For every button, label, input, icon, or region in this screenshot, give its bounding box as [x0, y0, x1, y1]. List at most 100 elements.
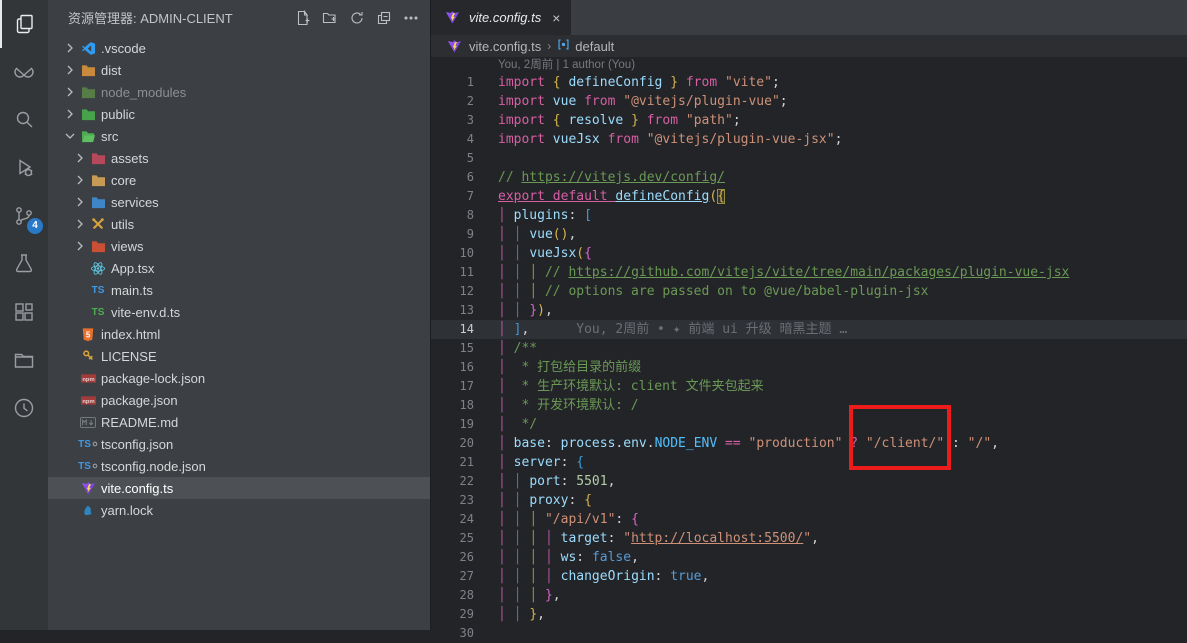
code-line-15[interactable]: 15│ /**: [431, 339, 1187, 358]
tree-item-core[interactable]: core: [48, 169, 430, 191]
activitybar-extensions-boxes-icon[interactable]: [0, 288, 48, 336]
code-line-18[interactable]: 18│ * 开发环境默认: /: [431, 396, 1187, 415]
code-line-14[interactable]: 14│ ], You, 2周前 • ✦ 前端 ui 升级 暗黑主题 …: [431, 320, 1187, 339]
code-line-30[interactable]: 30: [431, 624, 1187, 643]
tree-item-main.ts[interactable]: TSmain.ts: [48, 279, 430, 301]
code-line-1[interactable]: 1import { defineConfig } from "vite";: [431, 73, 1187, 92]
refresh-icon[interactable]: [348, 9, 366, 27]
code-line-17[interactable]: 17│ * 生产环境默认: client 文件夹包起来: [431, 377, 1187, 396]
tree-item-.vscode[interactable]: .vscode: [48, 37, 430, 59]
tree-item-App.tsx[interactable]: App.tsx: [48, 257, 430, 279]
code-line-27[interactable]: 27│ │ │ │ changeOrigin: true,: [431, 567, 1187, 586]
code-line-16[interactable]: 16│ * 打包给目录的前缀: [431, 358, 1187, 377]
code-line-5[interactable]: 5: [431, 149, 1187, 168]
new-file-icon[interactable]: [294, 9, 312, 27]
code-line-2[interactable]: 2import vue from "@vitejs/plugin-vue";: [431, 92, 1187, 111]
code-line-20[interactable]: 20│ base: process.env.NODE_ENV == "produ…: [431, 434, 1187, 453]
tree-item-tsconfig.node.json[interactable]: TStsconfig.node.json: [48, 455, 430, 477]
more-actions-icon[interactable]: [402, 9, 420, 27]
ts-gear-icon: TS: [78, 439, 98, 450]
activitybar-run-debug-icon[interactable]: [0, 144, 48, 192]
code-line-26[interactable]: 26│ │ │ │ ws: false,: [431, 548, 1187, 567]
explorer-sidebar: 资源管理器: ADMIN-CLIENT .vscodedistnode_modu…: [48, 0, 430, 630]
tree-item-index.html[interactable]: 5index.html: [48, 323, 430, 345]
line-number: 28: [431, 586, 498, 605]
activitybar-search-icon[interactable]: [0, 96, 48, 144]
chevron-right-icon[interactable]: [62, 109, 78, 119]
tree-item-package-lock.json[interactable]: npmpackage-lock.json: [48, 367, 430, 389]
chevron-right-icon[interactable]: [72, 197, 88, 207]
code-line-28[interactable]: 28│ │ │ },: [431, 586, 1187, 605]
code-line-21[interactable]: 21│ server: {: [431, 453, 1187, 472]
code-line-10[interactable]: 10│ │ vueJsx({: [431, 244, 1187, 263]
new-folder-icon[interactable]: [321, 9, 339, 27]
tree-item-label: vite.config.ts: [101, 481, 173, 496]
line-content: │ server: {: [498, 453, 1187, 472]
code-area[interactable]: You, 2周前 | 1 author (You) 1import { defi…: [431, 57, 1187, 643]
code-line-13[interactable]: 13│ │ }),: [431, 301, 1187, 320]
tree-item-dist[interactable]: dist: [48, 59, 430, 81]
tree-item-utils[interactable]: utils: [48, 213, 430, 235]
chevron-right-icon[interactable]: [72, 175, 88, 185]
tree-item-public[interactable]: public: [48, 103, 430, 125]
chevron-right-icon[interactable]: [72, 219, 88, 229]
tree-item-package.json[interactable]: npmpackage.json: [48, 389, 430, 411]
tree-item-node-modules[interactable]: node_modules: [48, 81, 430, 103]
code-line-22[interactable]: 22│ │ port: 5501,: [431, 472, 1187, 491]
tree-item-src[interactable]: src: [48, 125, 430, 147]
activitybar-history-icon[interactable]: [0, 384, 48, 432]
chevron-down-icon[interactable]: [62, 131, 78, 141]
vite-icon: [442, 10, 462, 25]
code-line-19[interactable]: 19│ */: [431, 415, 1187, 434]
activitybar-explorer-icon[interactable]: [0, 0, 48, 48]
line-number: 12: [431, 282, 498, 301]
code-line-29[interactable]: 29│ │ },: [431, 605, 1187, 624]
tree-item-assets[interactable]: assets: [48, 147, 430, 169]
chevron-right-icon[interactable]: [62, 43, 78, 53]
code-line-12[interactable]: 12│ │ │ // options are passed on to @vue…: [431, 282, 1187, 301]
line-number: 1: [431, 73, 498, 92]
code-line-9[interactable]: 9│ │ vue(),: [431, 225, 1187, 244]
folder-node-icon: [78, 86, 98, 99]
activitybar-source-control-icon[interactable]: 4: [0, 192, 48, 240]
chevron-right-icon[interactable]: [62, 65, 78, 75]
git-codelens[interactable]: You, 2周前 | 1 author (You): [431, 57, 1187, 73]
line-number: 7: [431, 187, 498, 206]
tree-item-vite-env.d.ts[interactable]: TSvite-env.d.ts: [48, 301, 430, 323]
code-line-4[interactable]: 4import vueJsx from "@vitejs/plugin-vue-…: [431, 130, 1187, 149]
code-line-11[interactable]: 11│ │ │ // https://github.com/vitejs/vit…: [431, 263, 1187, 282]
line-number: 26: [431, 548, 498, 567]
tree-item-services[interactable]: services: [48, 191, 430, 213]
activitybar-vs-logo-icon[interactable]: [0, 48, 48, 96]
tree-item-vite.config.ts[interactable]: vite.config.ts: [48, 477, 430, 499]
tab-vite-config[interactable]: vite.config.ts ×: [431, 0, 571, 35]
svg-text:npm: npm: [82, 399, 94, 405]
line-content: │ │ },: [498, 605, 1187, 624]
code-line-23[interactable]: 23│ │ proxy: {: [431, 491, 1187, 510]
activitybar-folder-icon[interactable]: [0, 336, 48, 384]
tree-item-tsconfig.json[interactable]: TStsconfig.json: [48, 433, 430, 455]
line-content: │ */: [498, 415, 1187, 434]
activitybar-testing-icon[interactable]: [0, 240, 48, 288]
breadcrumb-symbol[interactable]: default: [557, 38, 614, 54]
chevron-right-icon[interactable]: [72, 241, 88, 251]
tree-item-views[interactable]: views: [48, 235, 430, 257]
collapse-all-icon[interactable]: [375, 9, 393, 27]
tree-item-yarn.lock[interactable]: yarn.lock: [48, 499, 430, 521]
close-icon[interactable]: ×: [552, 10, 560, 26]
code-line-25[interactable]: 25│ │ │ │ target: "http://localhost:5500…: [431, 529, 1187, 548]
code-line-7[interactable]: 7export default defineConfig({: [431, 187, 1187, 206]
tree-item-README.md[interactable]: README.md: [48, 411, 430, 433]
chevron-right-icon[interactable]: [72, 153, 88, 163]
code-line-8[interactable]: 8│ plugins: [: [431, 206, 1187, 225]
line-content: │ plugins: [: [498, 206, 1187, 225]
code-line-6[interactable]: 6// https://vitejs.dev/config/: [431, 168, 1187, 187]
tree-item-LICENSE[interactable]: LICENSE: [48, 345, 430, 367]
ts-gear-icon: TS: [78, 461, 98, 472]
breadcrumb-file[interactable]: vite.config.ts: [444, 39, 541, 54]
code-line-24[interactable]: 24│ │ │ "/api/v1": {: [431, 510, 1187, 529]
line-content: │ * 生产环境默认: client 文件夹包起来: [498, 377, 1187, 396]
line-number: 27: [431, 567, 498, 586]
code-line-3[interactable]: 3import { resolve } from "path";: [431, 111, 1187, 130]
chevron-right-icon[interactable]: [62, 87, 78, 97]
